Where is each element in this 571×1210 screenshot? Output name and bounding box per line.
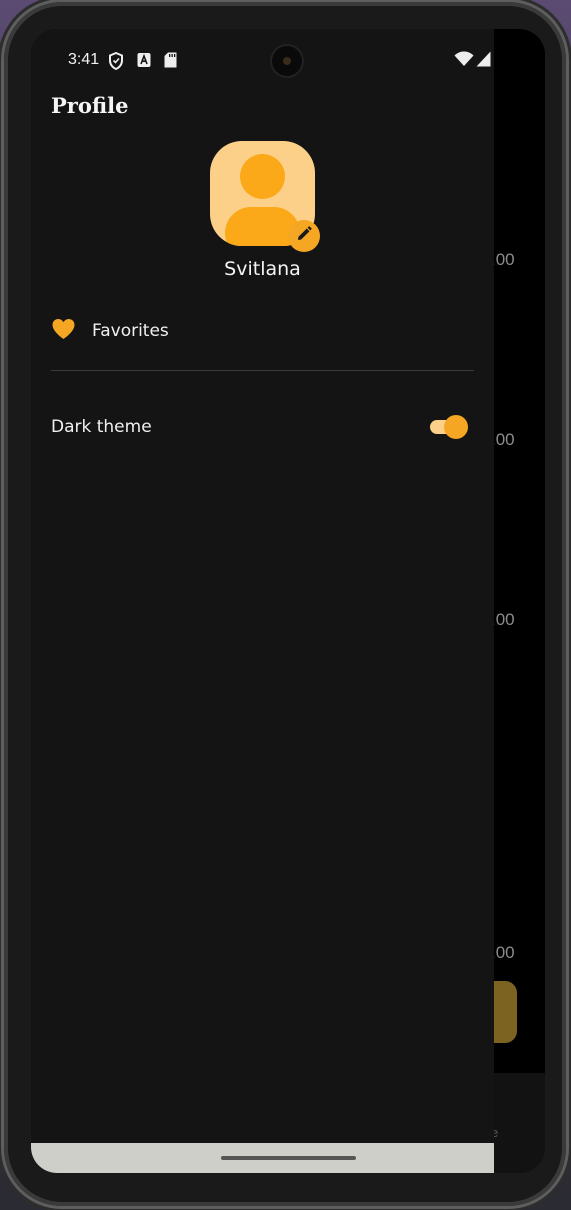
favorites-label: Favorites (92, 321, 169, 341)
cell-signal-icon (476, 51, 491, 71)
phone-screen: .00 .00 .00 .00 e 3:41 Profile Svitlana … (31, 29, 545, 1173)
dark-theme-label: Dark theme (51, 417, 152, 437)
sd-card-icon (164, 52, 177, 72)
background-bottom-area (494, 1073, 545, 1173)
background-value: .00 (491, 610, 515, 629)
favorites-menu-item[interactable]: Favorites (51, 313, 474, 349)
background-value: .00 (491, 250, 515, 269)
pencil-icon (296, 226, 312, 246)
profile-drawer: 3:41 Profile Svitlana Favorites Dark the… (31, 29, 494, 1173)
app-a-icon (137, 52, 151, 72)
toggle-thumb (444, 415, 468, 439)
shield-icon (108, 51, 124, 74)
background-value: .00 (491, 943, 515, 962)
dark-theme-row: Dark theme (51, 409, 474, 445)
home-gesture-handle[interactable] (221, 1156, 356, 1160)
wifi-icon (454, 51, 474, 71)
user-name: Svitlana (224, 258, 301, 280)
avatar-person-head (240, 154, 285, 199)
heart-icon (51, 318, 76, 344)
status-time: 3:41 (68, 51, 100, 68)
gesture-nav-bar (31, 1143, 494, 1173)
page-title: Profile (51, 93, 129, 118)
phone-frame: .00 .00 .00 .00 e 3:41 Profile Svitlana … (4, 2, 566, 1206)
edit-avatar-button[interactable] (288, 220, 320, 252)
background-content (494, 29, 545, 1073)
front-camera (272, 46, 302, 76)
divider (51, 370, 474, 371)
dark-theme-toggle[interactable] (430, 414, 470, 440)
background-value: .00 (491, 430, 515, 449)
status-bar: 3:41 (31, 29, 494, 91)
